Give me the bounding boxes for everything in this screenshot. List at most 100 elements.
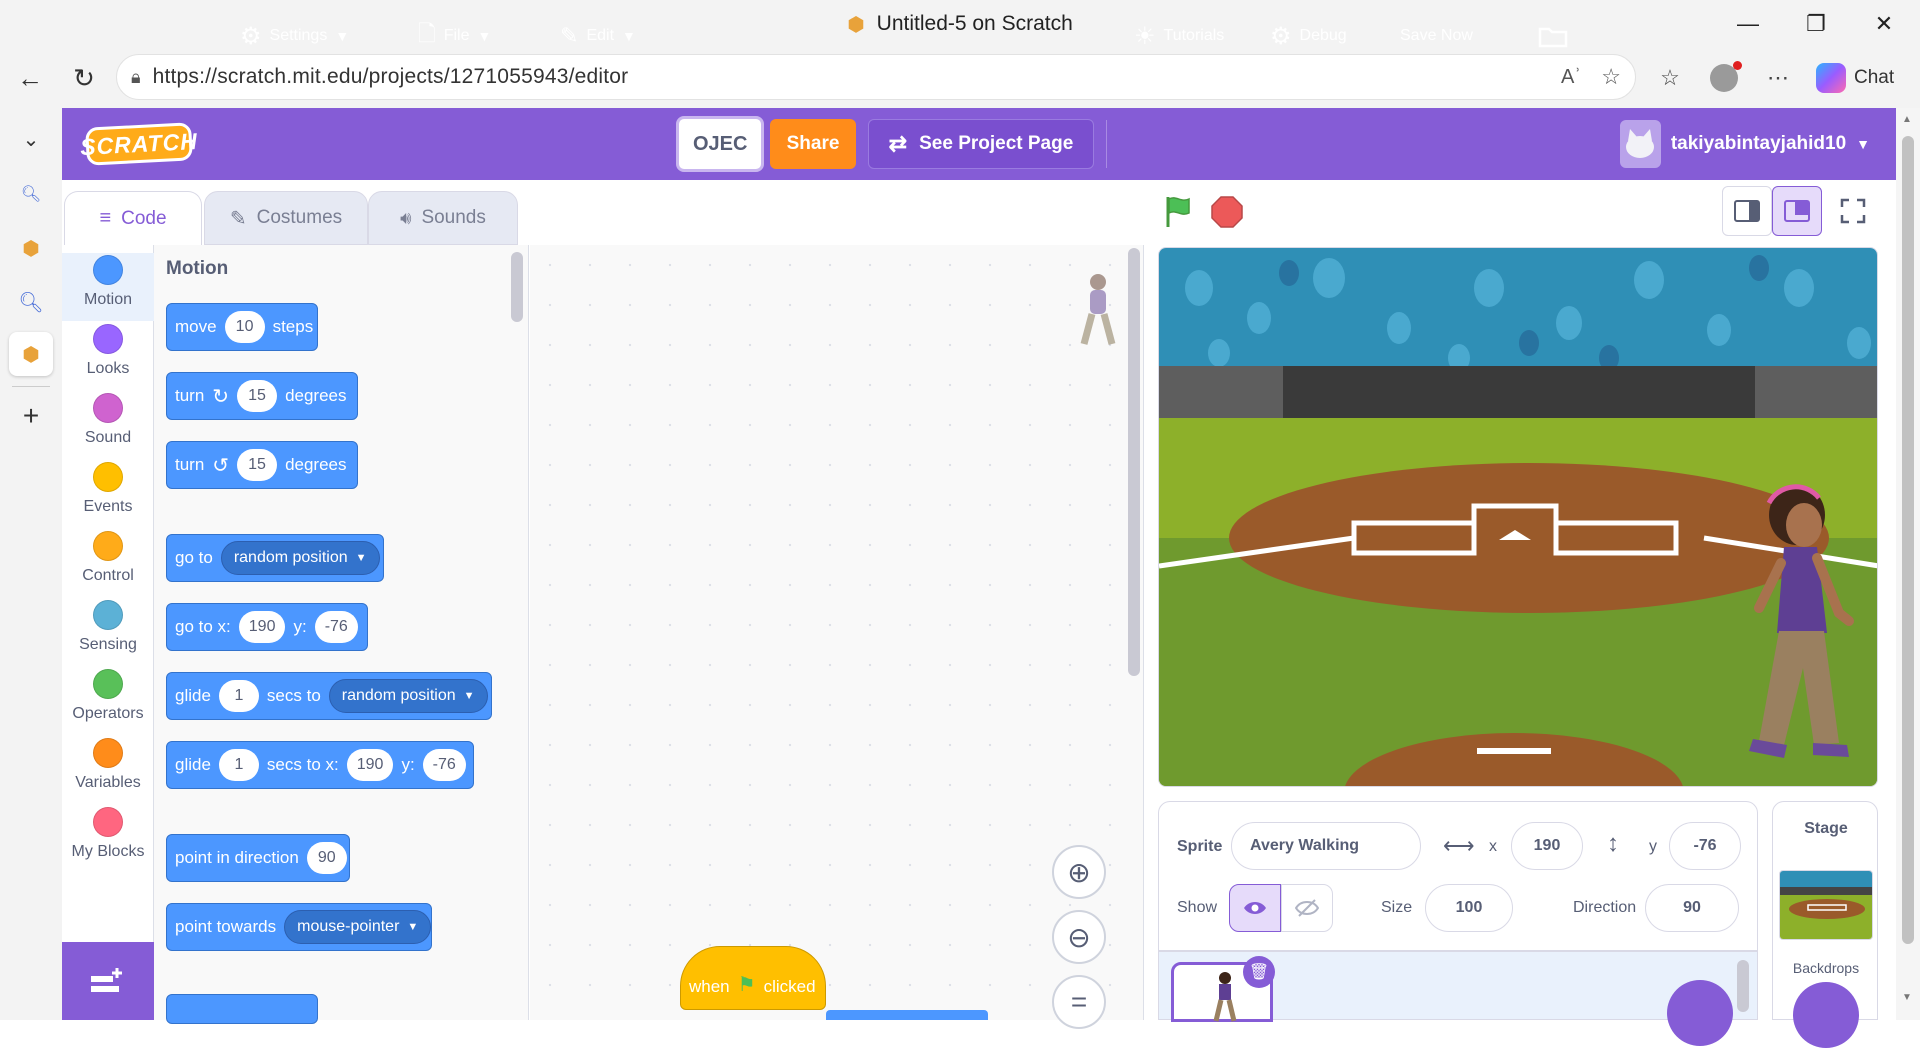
category-operators[interactable]: Operators bbox=[62, 667, 154, 735]
username-label: takiyabintayjahid10 bbox=[1670, 133, 1847, 154]
debug-button[interactable]: ⚙ Debug bbox=[1270, 0, 1347, 72]
block-input[interactable]: 190 bbox=[238, 611, 286, 643]
small-stage-button[interactable] bbox=[1722, 186, 1772, 236]
sprite-list-scrollbar[interactable] bbox=[1737, 960, 1749, 1012]
block-turn-right[interactable]: turn ↻ 15 degrees bbox=[166, 372, 358, 420]
block-input[interactable]: 1 bbox=[218, 749, 259, 781]
choose-sprite-button[interactable] bbox=[1667, 980, 1733, 1046]
collapse-sidebar-icon[interactable]: ⌄ bbox=[9, 117, 53, 161]
show-hidden-button[interactable] bbox=[1281, 884, 1333, 932]
file-menu[interactable]: 🗋︎ File ▼ bbox=[418, 0, 491, 72]
delete-sprite-button[interactable]: 🗑︎ bbox=[1243, 956, 1275, 988]
tab-sounds-label: Sounds bbox=[421, 207, 486, 228]
project-title-input[interactable]: OJEC bbox=[676, 116, 764, 172]
block-input[interactable]: 1 bbox=[218, 680, 259, 712]
block-go-to-xy[interactable]: go to x: 190 y: -76 bbox=[166, 603, 368, 651]
script-area[interactable] bbox=[530, 245, 1144, 1020]
sprite-name-input[interactable]: Avery Walking bbox=[1231, 822, 1421, 870]
lock-icon[interactable]: 🔒︎ bbox=[131, 67, 141, 88]
add-extension-button[interactable] bbox=[62, 942, 154, 1020]
search-app-icon[interactable]: 🔍︎ bbox=[9, 280, 53, 324]
choose-backdrop-button[interactable] bbox=[1793, 982, 1859, 1048]
category-events[interactable]: Events bbox=[62, 460, 154, 528]
block-go-to[interactable]: go to random position ▼ bbox=[166, 534, 384, 582]
stage-canvas[interactable] bbox=[1158, 247, 1878, 787]
block-point-in-direction[interactable]: point in direction 90 bbox=[166, 834, 350, 882]
url-text[interactable]: https://scratch.mit.edu/projects/1271055… bbox=[153, 65, 629, 89]
category-looks[interactable]: Looks bbox=[62, 322, 154, 390]
block-turn-left[interactable]: turn ↺ 15 degrees bbox=[166, 441, 358, 489]
block-point-towards[interactable]: point towards mouse-pointer ▼ bbox=[166, 903, 432, 951]
favorite-star-icon[interactable]: ☆ bbox=[1601, 64, 1621, 90]
avery-walking-sprite[interactable] bbox=[1729, 483, 1878, 783]
block-dropdown[interactable]: mouse-pointer ▼ bbox=[284, 910, 432, 944]
category-control[interactable]: Control bbox=[62, 529, 154, 597]
sprite-y-input[interactable]: -76 bbox=[1669, 822, 1741, 870]
sprite-direction-input[interactable]: 90 bbox=[1645, 884, 1739, 932]
block-input[interactable]: 15 bbox=[237, 380, 278, 412]
profile-icon[interactable] bbox=[1704, 58, 1744, 98]
close-window-button[interactable]: ✕ bbox=[1850, 0, 1918, 48]
category-motion[interactable]: Motion bbox=[62, 253, 154, 321]
block-input[interactable]: -76 bbox=[422, 749, 466, 781]
tab-sounds[interactable]: 🔊︎ Sounds bbox=[368, 191, 518, 245]
stage-selector[interactable]: Stage Backdrops bbox=[1772, 801, 1878, 1048]
page-scrollbar[interactable]: ▲ ▼ bbox=[1896, 108, 1920, 1020]
share-button[interactable]: Share bbox=[770, 119, 856, 169]
scroll-down-icon[interactable]: ▼ bbox=[1902, 992, 1912, 1003]
block-input[interactable]: 15 bbox=[237, 449, 278, 481]
category-my-blocks[interactable]: My Blocks bbox=[62, 805, 154, 873]
restore-button[interactable]: ❐ bbox=[1782, 0, 1850, 48]
more-options-icon[interactable]: ⋯ bbox=[1758, 58, 1798, 98]
block-text: turn bbox=[175, 386, 205, 405]
sprite-x-input[interactable]: 190 bbox=[1511, 822, 1583, 870]
back-button[interactable]: ← bbox=[10, 58, 50, 98]
block-input[interactable]: 10 bbox=[224, 311, 265, 343]
stop-button[interactable] bbox=[1211, 196, 1243, 228]
block-input[interactable]: -76 bbox=[314, 611, 358, 643]
sprite-size-input[interactable]: 100 bbox=[1425, 884, 1513, 932]
scratch-app-icon[interactable]: ⬢ bbox=[9, 226, 53, 270]
page-scroll-thumb[interactable] bbox=[1902, 136, 1914, 944]
show-visible-button[interactable] bbox=[1229, 884, 1281, 932]
normal-stage-button[interactable] bbox=[1772, 186, 1822, 236]
edit-menu[interactable]: ✎ Edit ▼ bbox=[560, 0, 636, 72]
my-stuff-folder-icon[interactable] bbox=[1538, 0, 1568, 72]
category-sound[interactable]: Sound bbox=[62, 391, 154, 459]
category-sensing[interactable]: Sensing bbox=[62, 598, 154, 666]
add-app-icon[interactable]: + bbox=[9, 394, 53, 438]
tab-costumes[interactable]: ✎ Costumes bbox=[204, 191, 368, 245]
block-dropdown[interactable]: random position ▼ bbox=[328, 679, 488, 713]
scratch-logo[interactable]: SCRATCH bbox=[80, 122, 198, 166]
zoom-out-button[interactable]: ⊖ bbox=[1052, 910, 1106, 964]
block-dropdown[interactable]: random position ▼ bbox=[220, 541, 380, 575]
block-input[interactable]: 90 bbox=[306, 842, 347, 874]
settings-menu[interactable]: ⚙ Settings ▼ bbox=[240, 0, 349, 72]
block-glide-to[interactable]: glide 1 secs to random position ▼ bbox=[166, 672, 492, 720]
tutorials-button[interactable]: ☀ Tutorials bbox=[1134, 0, 1224, 72]
block-glide-to-xy[interactable]: glide 1 secs to x: 190 y: -76 bbox=[166, 741, 474, 789]
category-variables[interactable]: Variables bbox=[62, 736, 154, 804]
zoom-reset-button[interactable]: = bbox=[1052, 975, 1106, 1029]
green-flag-button[interactable] bbox=[1162, 194, 1196, 228]
script-scrollbar[interactable] bbox=[1128, 248, 1140, 676]
scratch-active-app-icon[interactable]: ⬢ bbox=[9, 332, 53, 376]
save-now-button[interactable]: Save Now bbox=[1400, 0, 1473, 72]
search-icon[interactable]: 🔍︎ bbox=[9, 172, 53, 216]
block-input[interactable]: 190 bbox=[346, 749, 394, 781]
tab-code[interactable]: ≡ Code bbox=[64, 191, 202, 245]
block-when-flag-clicked[interactable]: when ⚑ clicked bbox=[680, 946, 826, 1010]
fullscreen-button[interactable] bbox=[1828, 186, 1878, 236]
attached-block-partial[interactable] bbox=[826, 1010, 988, 1020]
zoom-in-button[interactable]: ⊕ bbox=[1052, 845, 1106, 899]
palette-scrollbar[interactable] bbox=[511, 252, 523, 322]
refresh-button[interactable]: ↻ bbox=[64, 58, 104, 98]
see-project-page-button[interactable]: ⇄ See Project Page bbox=[868, 119, 1094, 169]
block-text: move bbox=[175, 317, 217, 336]
account-menu[interactable]: takiyabintayjahid10 ▼ bbox=[1620, 108, 1870, 180]
favorites-icon[interactable]: ☆ bbox=[1650, 58, 1690, 98]
minimize-button[interactable]: — bbox=[1714, 0, 1782, 48]
block-move-steps[interactable]: move 10 steps bbox=[166, 303, 318, 351]
scroll-up-icon[interactable]: ▲ bbox=[1902, 114, 1912, 125]
copilot-chat-button[interactable]: Chat bbox=[1810, 57, 1910, 99]
